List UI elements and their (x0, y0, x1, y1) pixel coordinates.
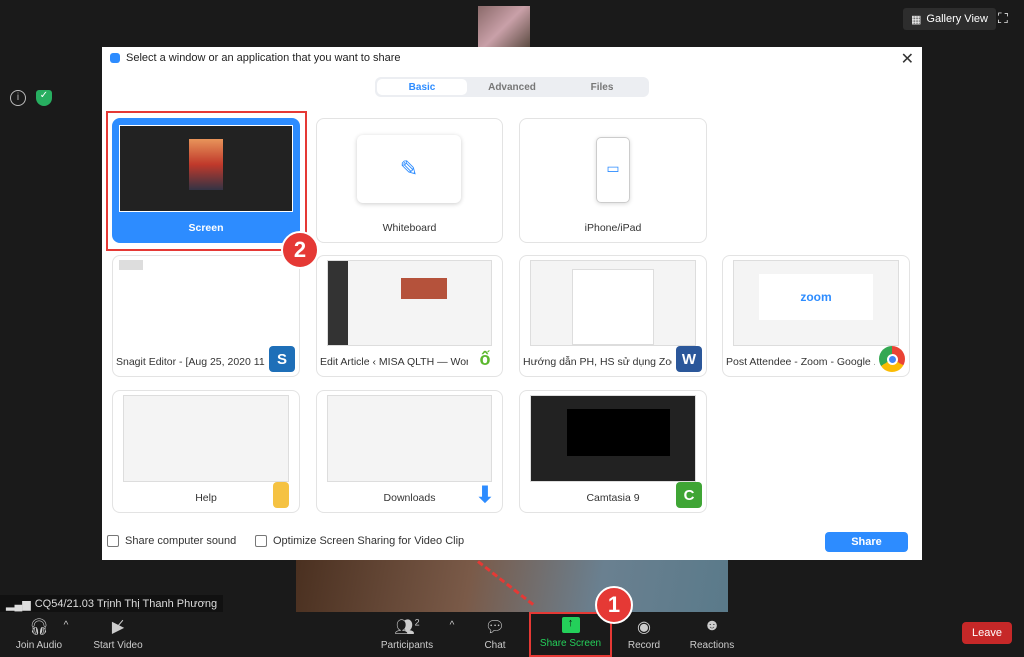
start-video-button[interactable]: ▶̸ Start Video (90, 612, 146, 657)
tab-advanced[interactable]: Advanced (467, 79, 557, 95)
folder-icon (273, 482, 289, 508)
participants-icon: 👥︎2 (394, 617, 420, 636)
audio-options-caret[interactable]: ^ (60, 612, 72, 657)
chat-button[interactable]: 💬︎ Chat (478, 612, 512, 657)
window-preview (123, 395, 289, 482)
window-preview (327, 395, 492, 482)
fullscreen-icon[interactable]: ⛶ (998, 10, 1008, 27)
info-icon[interactable]: i (10, 90, 26, 106)
gallery-view-button[interactable]: ▦ Gallery View (903, 8, 996, 30)
tile-edit-article[interactable]: Edit Article ‹ MISA QLTH — Word... ố (316, 255, 503, 377)
window-preview (530, 395, 696, 482)
tab-basic[interactable]: Basic (377, 79, 467, 95)
video-off-icon: ▶̸ (111, 619, 125, 636)
record-icon: ◉ (637, 619, 651, 636)
window-preview: zoom (733, 260, 899, 346)
headphones-icon: 🎧︎ (28, 619, 50, 636)
participant-thumbnail (478, 6, 530, 48)
shield-icon[interactable]: ✓ (36, 90, 52, 106)
window-preview (119, 260, 143, 270)
tile-whiteboard[interactable]: ✎ Whiteboard (316, 118, 503, 243)
zoom-logo-icon (110, 53, 120, 63)
checkbox (107, 535, 119, 547)
tile-iphone-ipad[interactable]: ▭ iPhone/iPad (519, 118, 707, 243)
iphone-airplay-icon: ▭ (596, 137, 630, 203)
tile-word-document[interactable]: Hướng dẫn PH, HS sử dụng Zoo... W (519, 255, 707, 377)
grid-icon: ▦ (911, 13, 922, 26)
step-2-badge: 2 (281, 231, 319, 269)
meeting-toolbar: 🎧︎ Join Audio ^ ▶̸ Start Video 👥︎2 Particip… (0, 612, 1024, 657)
step-1-badge: 1 (595, 586, 633, 624)
share-screen-button[interactable]: ↑ Share Screen (529, 612, 612, 657)
checkbox (255, 535, 267, 547)
reactions-button[interactable]: ☻ Reactions (688, 612, 736, 657)
tab-files[interactable]: Files (557, 79, 647, 95)
tile-help[interactable]: Help (112, 390, 300, 513)
tile-post-attendee[interactable]: zoom Post Attendee - Zoom - Google ... (722, 255, 910, 377)
download-icon: ⬇ (475, 482, 495, 507)
emoji-icon: ☻ (703, 617, 721, 634)
share-sound-checkbox[interactable]: Share computer sound (107, 535, 236, 547)
dialog-title: Select a window or an application that y… (126, 52, 401, 64)
participants-caret[interactable]: ^ (446, 612, 458, 657)
share-arrow-icon: ↑ (561, 617, 580, 633)
record-button[interactable]: ◉ Record (626, 612, 662, 657)
pencil-icon: ✎ (357, 135, 461, 203)
leave-button[interactable]: Leave (962, 622, 1012, 644)
tile-camtasia[interactable]: Camtasia 9 C (519, 390, 707, 513)
participants-button[interactable]: 👥︎2 Participants (378, 612, 436, 657)
tile-downloads[interactable]: Downloads ⬇ (316, 390, 503, 513)
optimize-video-checkbox[interactable]: Optimize Screen Sharing for Video Clip (255, 535, 464, 547)
window-preview (327, 260, 492, 346)
share-button[interactable]: Share (825, 532, 908, 552)
screen-highlight-box (106, 111, 307, 251)
chat-icon: 💬︎ (484, 619, 506, 636)
close-icon[interactable]: ✕ (901, 49, 914, 69)
coccoc-icon: ố (472, 346, 498, 372)
snagit-icon: S (269, 346, 295, 372)
share-dialog: Select a window or an application that y… (102, 47, 922, 560)
camtasia-icon: C (676, 482, 702, 508)
join-audio-button[interactable]: 🎧︎ Join Audio (14, 612, 64, 657)
participant-name-label: ▂▄▆ CQ54/21.03 Trịnh Thị Thanh Phương (0, 595, 224, 613)
participants-count: 2 (414, 617, 420, 628)
share-tabs: Basic Advanced Files (375, 77, 649, 97)
tile-snagit[interactable]: Snagit Editor - [Aug 25, 2020 11:3... S (112, 255, 300, 377)
word-icon: W (676, 346, 702, 372)
signal-icon: ▂▄▆ (6, 598, 31, 611)
window-preview (530, 260, 696, 346)
chrome-icon (879, 346, 905, 372)
